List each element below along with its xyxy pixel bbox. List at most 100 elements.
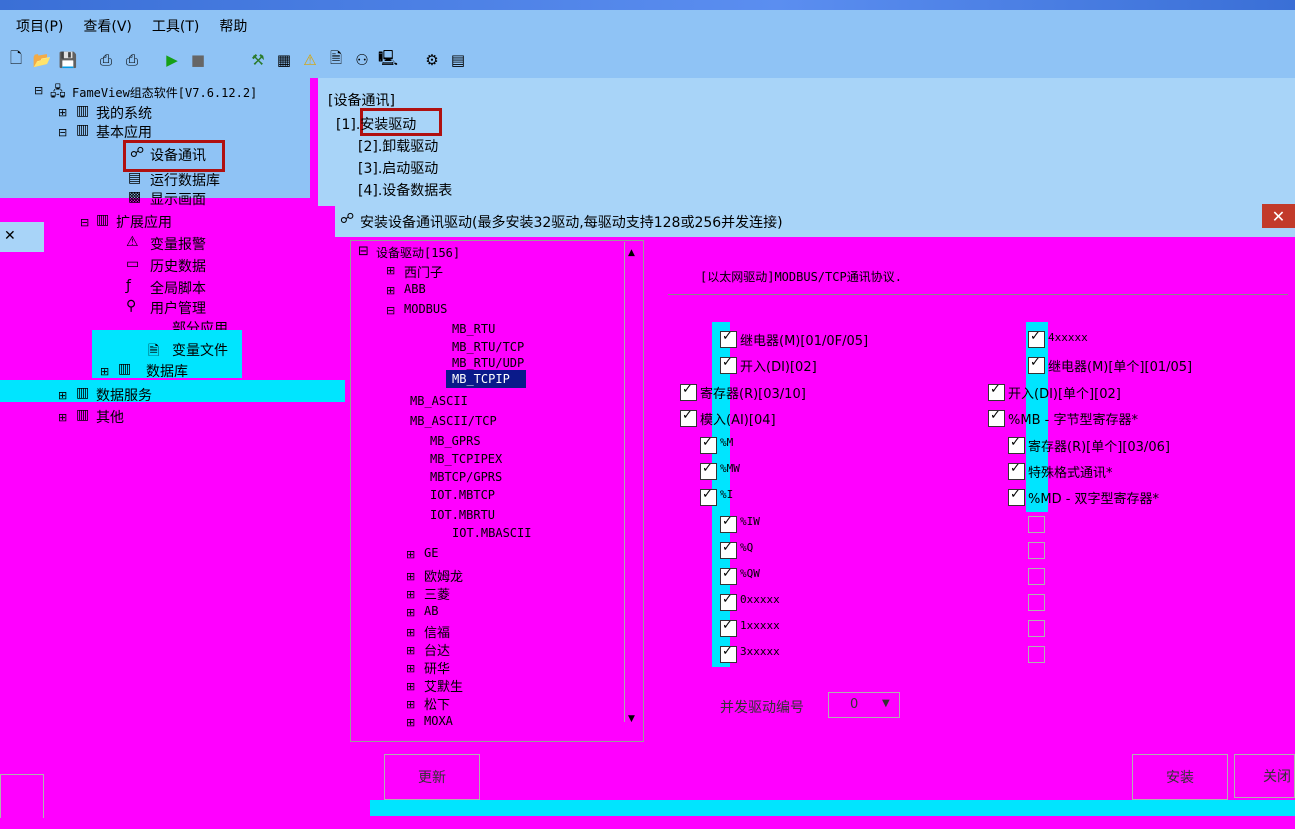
vendor-item[interactable]: 艾默生: [424, 676, 463, 695]
checkbox-q[interactable]: [720, 540, 737, 559]
tree-my-system[interactable]: 我的系统: [96, 103, 152, 123]
driver-tree-root[interactable]: 设备驱动[156]: [376, 244, 460, 261]
tree-expander[interactable]: ⊞: [406, 644, 415, 657]
tree-expander[interactable]: ⊞: [406, 548, 415, 561]
vendor-item[interactable]: 信福: [424, 622, 450, 641]
menu-view[interactable]: 查看(V): [83, 16, 132, 36]
tree-expander[interactable]: ⊞: [386, 264, 395, 277]
tree-expander-ext[interactable]: ⊟: [80, 216, 89, 229]
checkbox-empty[interactable]: [1028, 646, 1045, 663]
checkbox-relay[interactable]: [720, 329, 737, 348]
tree-data-service[interactable]: 数据服务: [96, 385, 152, 405]
vendor-item[interactable]: 松下: [424, 694, 450, 713]
vendor-item[interactable]: MOXA: [424, 714, 453, 728]
vendor-item[interactable]: 研华: [424, 658, 450, 677]
checkbox-di[interactable]: [720, 355, 737, 374]
menu-help[interactable]: 帮助: [219, 16, 247, 36]
page-icon[interactable]: 🗎: [326, 49, 346, 70]
tree-expander[interactable]: ⊞: [406, 662, 415, 675]
settings-icon[interactable]: ⚙: [422, 50, 442, 70]
chart-icon[interactable]: ▤: [448, 50, 468, 70]
tree-root-label[interactable]: FameView组态软件[V7.6.12.2]: [72, 84, 257, 101]
driver-item[interactable]: IOT.MBASCII: [452, 526, 531, 540]
install-button[interactable]: 安装: [1132, 754, 1228, 800]
checkbox-mb[interactable]: [988, 408, 1005, 427]
hidden-button[interactable]: [0, 774, 44, 820]
close-button[interactable]: 关闭: [1234, 754, 1295, 798]
driver-item[interactable]: MB_ASCII: [410, 394, 468, 408]
monitor-icon[interactable]: 🖳: [378, 49, 398, 70]
tree-expander[interactable]: ⊞: [406, 626, 415, 639]
user-icon[interactable]: ⚇: [352, 50, 372, 70]
vendor-item[interactable]: ABB: [404, 282, 426, 296]
checkbox-empty[interactable]: [1028, 542, 1045, 559]
checkbox-mw[interactable]: [700, 461, 717, 480]
checkbox-md[interactable]: [1008, 487, 1025, 506]
driver-tree-scrollbar[interactable]: [624, 242, 641, 722]
checkbox-iw[interactable]: [720, 514, 737, 533]
print-preview-icon[interactable]: ⎙: [122, 50, 142, 70]
close-icon[interactable]: ✕: [1262, 204, 1295, 228]
menu-tools[interactable]: 工具(T): [152, 16, 199, 36]
vendor-item[interactable]: GE: [424, 546, 438, 560]
warning-icon[interactable]: ⚠: [300, 50, 320, 70]
tree-expander-others[interactable]: ⊞: [58, 411, 67, 424]
tree-expander[interactable]: ⊞: [406, 588, 415, 601]
tree-expander[interactable]: ⊞: [386, 284, 395, 297]
checkbox-register-single[interactable]: [1008, 435, 1025, 454]
run-icon[interactable]: ▶: [162, 50, 182, 70]
tree-expander[interactable]: ⊞: [406, 570, 415, 583]
device-item-table[interactable]: [4].设备数据表: [358, 180, 452, 200]
driver-item[interactable]: MBTCP/GPRS: [430, 470, 502, 484]
device-item-install[interactable]: [1].安装驱动: [336, 114, 416, 134]
checkbox-special[interactable]: [1008, 461, 1025, 480]
menu-project[interactable]: 项目(P): [16, 16, 63, 36]
stop-icon[interactable]: ■: [188, 50, 208, 70]
checkbox-m[interactable]: [700, 435, 717, 454]
checkbox-empty[interactable]: [1028, 568, 1045, 585]
tree-ext-app[interactable]: 扩展应用: [116, 212, 172, 232]
checkbox-empty[interactable]: [1028, 516, 1045, 533]
vendor-item[interactable]: AB: [424, 604, 438, 618]
tree-expander-my-system[interactable]: ⊞: [58, 106, 67, 119]
vendor-item[interactable]: 台达: [424, 640, 450, 659]
checkbox-empty[interactable]: [1028, 594, 1045, 611]
tree-display[interactable]: 显示画面: [150, 189, 206, 209]
tree-expander-base-app[interactable]: ⊟: [58, 126, 67, 139]
tree-base-app[interactable]: 基本应用: [96, 122, 152, 142]
tree-expander[interactable]: ⊞: [406, 606, 415, 619]
tree-expander[interactable]: ⊟: [386, 304, 395, 317]
driver-item[interactable]: MB_RTU: [452, 322, 495, 336]
checkbox-di-single[interactable]: [988, 382, 1005, 401]
checkbox-3x[interactable]: [720, 644, 737, 663]
device-item-start[interactable]: [3].启动驱动: [358, 158, 438, 178]
tree-var-file[interactable]: 变量文件: [172, 340, 228, 360]
tree-device-comm[interactable]: 设备通讯: [150, 145, 206, 165]
checkbox-i[interactable]: [700, 487, 717, 506]
driver-item[interactable]: IOT.MBTCP: [430, 488, 495, 502]
vendor-item[interactable]: 欧姆龙: [424, 566, 463, 585]
checkbox-1x[interactable]: [720, 618, 737, 637]
checkbox-register[interactable]: [680, 382, 697, 401]
close-icon[interactable]: ✕: [4, 228, 16, 244]
build-icon[interactable]: ⚒: [248, 50, 268, 70]
print-icon[interactable]: ⎙: [96, 50, 116, 70]
save-icon[interactable]: 💾: [58, 50, 78, 70]
driver-item[interactable]: MB_RTU/UDP: [452, 356, 524, 370]
tree-runtime-db[interactable]: 运行数据库: [150, 170, 220, 190]
tree-expander[interactable]: ⊞: [406, 698, 415, 711]
vendor-item[interactable]: 西门子: [404, 262, 443, 281]
tree-others[interactable]: 其他: [96, 407, 124, 427]
tree-expander-db[interactable]: ⊞: [100, 365, 109, 378]
driver-item[interactable]: MB_TCPIPEX: [430, 452, 502, 466]
tree-alarm[interactable]: 变量报警: [150, 234, 206, 254]
open-folder-icon[interactable]: 📂: [32, 50, 52, 70]
checkbox-empty[interactable]: [1028, 620, 1045, 637]
tree-expander-data-service[interactable]: ⊞: [58, 389, 67, 402]
chevron-down-icon[interactable]: ▼: [882, 698, 890, 709]
tree-expander[interactable]: ⊞: [406, 680, 415, 693]
vendor-item[interactable]: 三菱: [424, 584, 450, 603]
driver-item[interactable]: MB_GPRS: [430, 434, 481, 448]
tree-script[interactable]: 全局脚本: [150, 278, 206, 298]
checkbox-relay-single[interactable]: [1028, 355, 1045, 374]
